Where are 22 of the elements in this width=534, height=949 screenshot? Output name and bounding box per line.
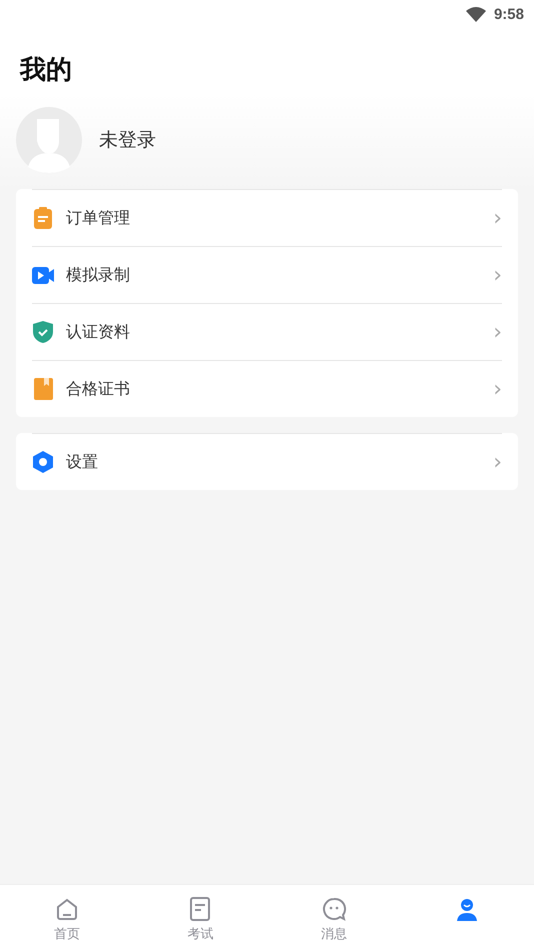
chat-icon	[322, 897, 346, 921]
person-icon	[455, 897, 480, 921]
chevron-icon: ›	[493, 376, 502, 402]
menu-item[interactable]: 合格证书 ›	[32, 360, 502, 417]
login-status[interactable]: 未登录	[99, 127, 156, 153]
video-camera-icon	[32, 266, 54, 284]
home-icon	[54, 897, 79, 921]
menu-item[interactable]: 订单管理 ›	[32, 189, 502, 246]
clipboard-icon	[33, 207, 53, 229]
chevron-icon: ›	[493, 262, 502, 288]
status-time: 9:58	[494, 6, 524, 22]
chevron-icon: ›	[493, 206, 502, 230]
chevron-icon: ›	[493, 320, 502, 344]
chevron-icon: ›	[493, 450, 502, 474]
settings-icon	[33, 451, 53, 473]
document-icon	[189, 897, 212, 921]
page-title: 我的	[20, 54, 73, 87]
menu-item[interactable]: 模拟录制 ›	[32, 246, 502, 303]
wifi-icon	[466, 6, 486, 22]
book-icon	[34, 378, 52, 400]
menu-item[interactable]: 认证资料 ›	[32, 303, 502, 360]
shield-check-icon	[33, 321, 53, 343]
